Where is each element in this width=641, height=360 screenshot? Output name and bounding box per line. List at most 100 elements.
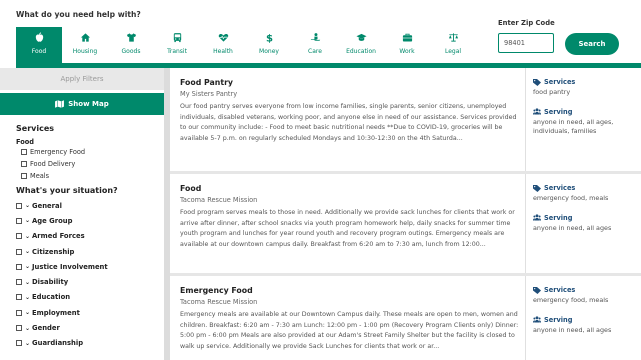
situation-label: Justice Involvement [32,262,108,271]
services-label: Services [533,286,641,294]
tab-label: Goods [121,48,141,55]
checkbox-label: Food Delivery [30,160,76,168]
checkbox-label: Emergency Food [30,148,86,156]
result-title[interactable]: Food Pantry [180,78,520,87]
tab-housing[interactable]: Housing [62,27,108,63]
situation-armed-forces[interactable]: ⌄ Armed Forces [16,229,161,244]
situation-citizenship[interactable]: ⌄ Citizenship [16,244,161,259]
checkbox[interactable] [16,279,22,286]
result-title[interactable]: Emergency Food [180,286,520,295]
serving-label: Serving [533,108,641,116]
tab-health[interactable]: Health [200,27,246,63]
services-value: emergency food, meals [533,296,609,304]
filter-emergency-food[interactable]: Emergency Food [16,146,161,158]
tab-label: Money [259,48,279,55]
results-list: Food Pantry My Sisters Pantry Our food p… [170,68,641,360]
checkbox[interactable] [16,263,22,270]
checkbox[interactable] [16,340,22,347]
serving-label-text: Serving [544,107,573,116]
situation-gender[interactable]: ⌄ Gender [16,320,161,335]
checkbox[interactable] [16,233,22,240]
result-details: Services emergency food, meals Serving a… [525,174,641,273]
situation-label: General [32,201,62,210]
filter-meals[interactable]: Meals [16,170,161,182]
apple-icon [35,32,43,42]
serving-value: anyone in need, all ages [533,325,612,334]
chevron-down-icon: ⌄ [25,217,31,225]
result-card[interactable]: Food Tacoma Rescue Mission Food program … [170,174,641,276]
serving-value: anyone in need, all ages [533,223,612,232]
shirt-icon [126,33,136,42]
situation-age-group[interactable]: ⌄ Age Group [16,213,161,228]
users-icon [533,108,541,115]
result-details: Services food pantry Serving anyone in n… [525,68,641,171]
checkbox[interactable] [21,161,27,167]
chevron-down-icon: ⌄ [25,248,31,256]
food-heading: Food [16,138,35,146]
chevron-down-icon: ⌄ [25,202,31,210]
tab-label: Education [346,48,376,55]
result-card[interactable]: Food Pantry My Sisters Pantry Our food p… [170,68,641,174]
checkbox[interactable] [16,294,22,301]
checkbox[interactable] [21,173,27,179]
tag-icon [533,286,541,294]
checkbox[interactable] [21,149,27,155]
tab-label: Legal [444,48,462,55]
situation-education[interactable]: ⌄ Education [16,290,161,305]
result-card[interactable]: Emergency Food Tacoma Rescue Mission Eme… [170,276,641,360]
chevron-down-icon: ⌄ [25,339,31,347]
result-main: Food Pantry My Sisters Pantry Our food p… [180,78,520,144]
tab-goods[interactable]: Goods [108,27,154,63]
checkbox[interactable] [16,325,22,332]
services-value: emergency food, meals [533,194,609,202]
filter-food-delivery[interactable]: Food Delivery [16,158,161,170]
zip-code-input[interactable] [498,33,554,53]
services-label: Services [533,78,641,86]
checkbox[interactable] [16,217,22,224]
situation-label: Disability [32,278,69,287]
filter-sidebar: Apply Filters Show Map Services Food Eme… [0,68,164,360]
tag-icon [533,184,541,192]
chevron-down-icon: ⌄ [25,278,31,286]
services-label-text: Services [544,286,576,294]
tab-label: Housing [72,48,98,55]
situation-label: Guardianship [32,339,84,348]
services-value: food pantry [533,88,571,96]
situation-employment[interactable]: ⌄ Employment [16,305,161,320]
graduation-cap-icon [355,33,367,41]
services-label-text: Services [544,184,576,192]
show-map-button[interactable]: Show Map [0,93,164,115]
serving-label: Serving [533,316,641,324]
tab-food[interactable]: Food [16,27,62,63]
home-icon [80,33,90,42]
tab-label: Work [399,48,415,55]
situation-label: Citizenship [32,247,75,256]
result-details: Services emergency food, meals Serving a… [525,276,641,360]
tab-care[interactable]: Care [292,27,338,63]
tab-legal[interactable]: Legal [430,27,476,63]
situation-disability[interactable]: ⌄ Disability [16,274,161,289]
tab-work[interactable]: Work [384,27,430,63]
checkbox[interactable] [16,248,22,255]
result-main: Food Tacoma Rescue Mission Food program … [180,184,520,250]
situation-justice-involvement[interactable]: ⌄ Justice Involvement [16,259,161,274]
result-title[interactable]: Food [180,184,520,193]
tab-transit[interactable]: Transit [154,27,200,63]
checkbox[interactable] [16,309,22,316]
situation-general[interactable]: ⌄ General [16,198,161,213]
situation-guardianship[interactable]: ⌄ Guardianship [16,336,161,351]
chevron-down-icon: ⌄ [25,309,31,317]
result-description: Emergency meals are available at our Dow… [180,311,519,350]
apply-filters-button[interactable]: Apply Filters [0,68,164,90]
search-button[interactable]: Search [565,33,619,55]
tab-label: Food [31,48,47,55]
chevron-down-icon: ⌄ [25,293,31,301]
situation-label: Employment [32,308,80,317]
situation-heading: What's your situation? [16,186,118,195]
checkbox[interactable] [16,202,22,209]
chevron-down-icon: ⌄ [25,324,31,332]
tab-education[interactable]: Education [338,27,384,63]
tab-money[interactable]: $ Money [246,27,292,63]
result-organization: Tacoma Rescue Mission [180,298,258,306]
header: What do you need help with? Food Housing… [0,0,641,68]
